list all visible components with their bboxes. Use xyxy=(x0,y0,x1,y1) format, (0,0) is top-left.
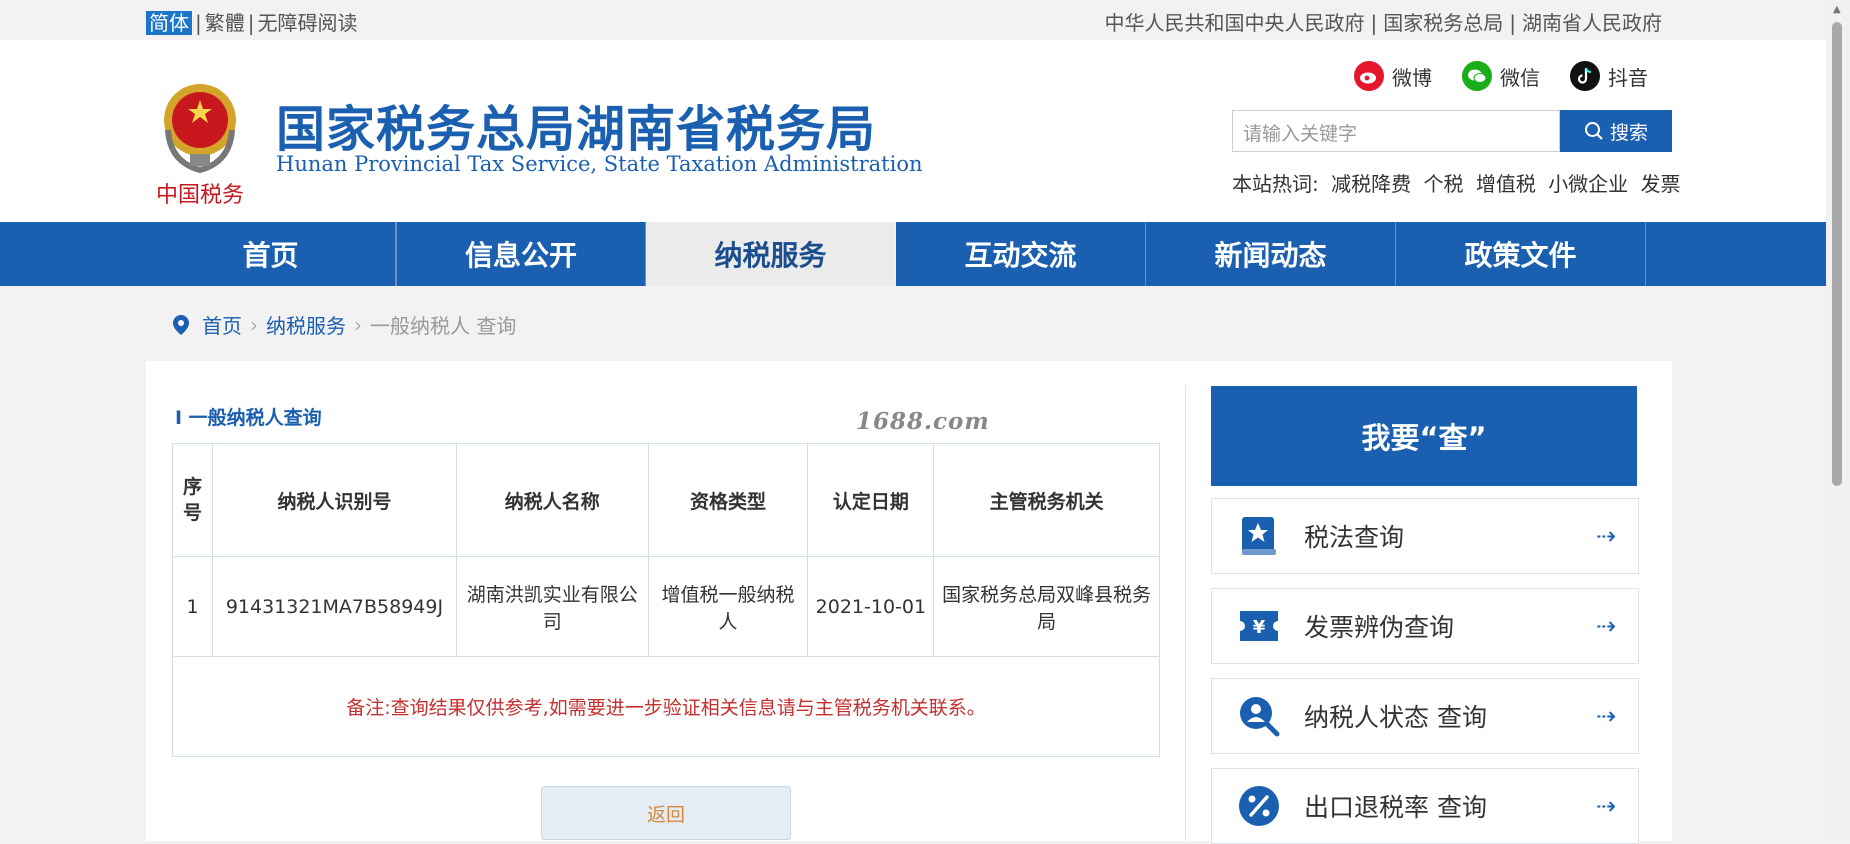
invoice-yuan-icon: ¥ xyxy=(1238,605,1280,647)
breadcrumb: 首页 › 纳税服务 › 一般纳税人 查询 xyxy=(172,310,516,339)
site-title-english: Hunan Provincial Tax Service, State Taxa… xyxy=(276,152,923,176)
central-government-link[interactable]: 中华人民共和国中央人民政府 xyxy=(1105,11,1365,35)
arrow-right-icon: ⇢ xyxy=(1595,702,1616,730)
tax-law-query-link[interactable]: 税法查询 ⇢ xyxy=(1211,498,1639,574)
export-rebate-query-link[interactable]: 出口退税率 查询 ⇢ xyxy=(1211,768,1639,844)
chevron-right-icon: › xyxy=(250,312,258,337)
arrow-right-icon: ⇢ xyxy=(1595,522,1616,550)
column-header: 纳税人名称 xyxy=(455,443,649,557)
state-tax-admin-link[interactable]: 国家税务总局 xyxy=(1383,11,1503,35)
location-pin-icon xyxy=(173,314,189,335)
column-header: 序号 xyxy=(172,443,213,557)
scrollbar-thumb[interactable] xyxy=(1832,22,1842,486)
taxpayer-search-icon xyxy=(1238,695,1280,737)
query-item-label: 税法查询 xyxy=(1304,523,1405,552)
divider xyxy=(1185,385,1186,841)
note-row: 备注:查询结果仅供参考,如需要进一步验证相关信息请与主管税务机关联系。 xyxy=(172,656,1160,757)
weibo-label: 微博 xyxy=(1392,65,1432,90)
nav-tax-service[interactable]: 纳税服务 xyxy=(646,222,896,286)
weibo-link[interactable]: 微博 xyxy=(1354,61,1432,91)
hot-word-link[interactable]: 个税 xyxy=(1423,172,1463,196)
tax-law-book-icon xyxy=(1238,515,1280,557)
search-input[interactable]: 请输入关键字 xyxy=(1232,110,1560,152)
hot-words: 本站热词: 减税降费 个税 增值税 小微企业 发票 xyxy=(1232,168,1687,197)
main-navigation: 首页 信息公开 纳税服务 互动交流 新闻动态 政策文件 xyxy=(0,222,1826,286)
top-utility-bar: 简体 | 繁體 | 无障碍阅读 中华人民共和国中央人民政府 | 国家税务总局 | 湖南省人民政府 xyxy=(0,0,1826,40)
site-title-chinese: 国家税务总局湖南省税务局 xyxy=(276,101,877,158)
breadcrumb-current: 一般纳税人 查询 xyxy=(370,314,517,338)
nav-interaction[interactable]: 互动交流 xyxy=(896,222,1146,286)
scroll-up-icon[interactable]: ▲ xyxy=(1833,4,1841,15)
douyin-label: 抖音 xyxy=(1608,65,1648,90)
invoice-verify-query-link[interactable]: ¥ 发票辨伪查询 ⇢ xyxy=(1211,588,1639,664)
query-item-label: 纳税人状态 查询 xyxy=(1304,703,1487,732)
arrow-right-icon: ⇢ xyxy=(1595,792,1616,820)
douyin-icon xyxy=(1570,61,1600,91)
taxpayer-result-table: 序号 纳税人识别号 纳税人名称 资格类型 认定日期 主管税务机关 1 91431… xyxy=(172,443,1160,757)
table-cell: 增值税一般纳税人 xyxy=(647,556,809,657)
separator: | xyxy=(1509,11,1516,35)
query-item-label: 发票辨伪查询 xyxy=(1304,613,1455,642)
query-panel-title: 我要“查” xyxy=(1211,386,1637,486)
column-header: 资格类型 xyxy=(647,443,809,557)
column-header: 纳税人识别号 xyxy=(211,443,457,557)
nav-news[interactable]: 新闻动态 xyxy=(1146,222,1396,286)
hot-word-link[interactable]: 减税降费 xyxy=(1331,172,1411,196)
query-item-label: 出口退税率 查询 xyxy=(1304,793,1487,822)
site-header: 中国税务 国家税务总局湖南省税务局 Hunan Provincial Tax S… xyxy=(0,40,1826,222)
wechat-link[interactable]: 微信 xyxy=(1462,61,1540,91)
table-header-row: 序号 纳税人识别号 纳税人名称 资格类型 认定日期 主管税务机关 xyxy=(172,443,1160,557)
section-title: I 一般纳税人查询 xyxy=(175,407,322,429)
table-cell: 湖南洪凯实业有限公司 xyxy=(455,556,649,657)
separator: | xyxy=(247,11,255,35)
hunan-government-link[interactable]: 湖南省人民政府 xyxy=(1522,11,1662,35)
hot-word-link[interactable]: 增值税 xyxy=(1476,172,1536,196)
svg-text:¥: ¥ xyxy=(1253,617,1266,638)
national-emblem-logo[interactable]: 中国税务 xyxy=(150,70,250,212)
hot-words-label: 本站热词: xyxy=(1232,172,1319,196)
accessible-reading-link[interactable]: 无障碍阅读 xyxy=(258,11,358,35)
separator: | xyxy=(195,11,202,35)
emblem-lettering: 中国税务 xyxy=(156,183,244,208)
breadcrumb-tax-service[interactable]: 纳税服务 xyxy=(266,310,346,339)
wechat-icon xyxy=(1462,61,1492,91)
table-row: 1 91431321MA7B58949J 湖南洪凯实业有限公司 增值税一般纳税人… xyxy=(172,556,1160,657)
breadcrumb-home[interactable]: 首页 xyxy=(202,310,242,339)
separator: | xyxy=(1370,11,1378,35)
nav-policy-documents[interactable]: 政策文件 xyxy=(1396,222,1646,286)
taxpayer-status-query-link[interactable]: 纳税人状态 查询 ⇢ xyxy=(1211,678,1639,754)
table-cell: 91431321MA7B58949J xyxy=(211,556,457,657)
chevron-right-icon: › xyxy=(354,312,362,337)
arrow-right-icon: ⇢ xyxy=(1595,612,1616,640)
government-links: 中华人民共和国中央人民政府 | 国家税务总局 | 湖南省人民政府 xyxy=(1105,7,1663,36)
hot-word-link[interactable]: 发票 xyxy=(1641,172,1681,196)
nav-home[interactable]: 首页 xyxy=(146,222,396,286)
language-switcher: 简体 | 繁體 | 无障碍阅读 xyxy=(146,7,358,36)
wechat-label: 微信 xyxy=(1500,65,1540,90)
search-button[interactable]: 搜索 xyxy=(1560,110,1672,152)
douyin-link[interactable]: 抖音 xyxy=(1570,61,1648,91)
vertical-scrollbar[interactable]: ▲ xyxy=(1826,0,1850,841)
watermark: 1688.com xyxy=(856,408,990,435)
table-cell: 国家税务总局双峰县税务局 xyxy=(933,556,1160,657)
search-icon xyxy=(1584,122,1603,140)
table-cell: 1 xyxy=(172,556,213,657)
column-header: 主管税务机关 xyxy=(933,443,1160,557)
nav-info-disclosure[interactable]: 信息公开 xyxy=(396,222,646,286)
simplified-chinese-link[interactable]: 简体 xyxy=(146,11,192,35)
column-header: 认定日期 xyxy=(807,443,935,557)
table-cell: 2021-10-01 xyxy=(807,556,935,657)
percent-icon xyxy=(1238,785,1280,827)
hot-word-link[interactable]: 小微企业 xyxy=(1548,172,1628,196)
search-button-label: 搜索 xyxy=(1609,121,1648,144)
weibo-icon xyxy=(1354,61,1384,91)
traditional-chinese-link[interactable]: 繁體 xyxy=(205,11,245,35)
back-button[interactable]: 返回 xyxy=(541,786,791,840)
result-note: 备注:查询结果仅供参考,如需要进一步验证相关信息请与主管税务机关联系。 xyxy=(172,656,1160,757)
